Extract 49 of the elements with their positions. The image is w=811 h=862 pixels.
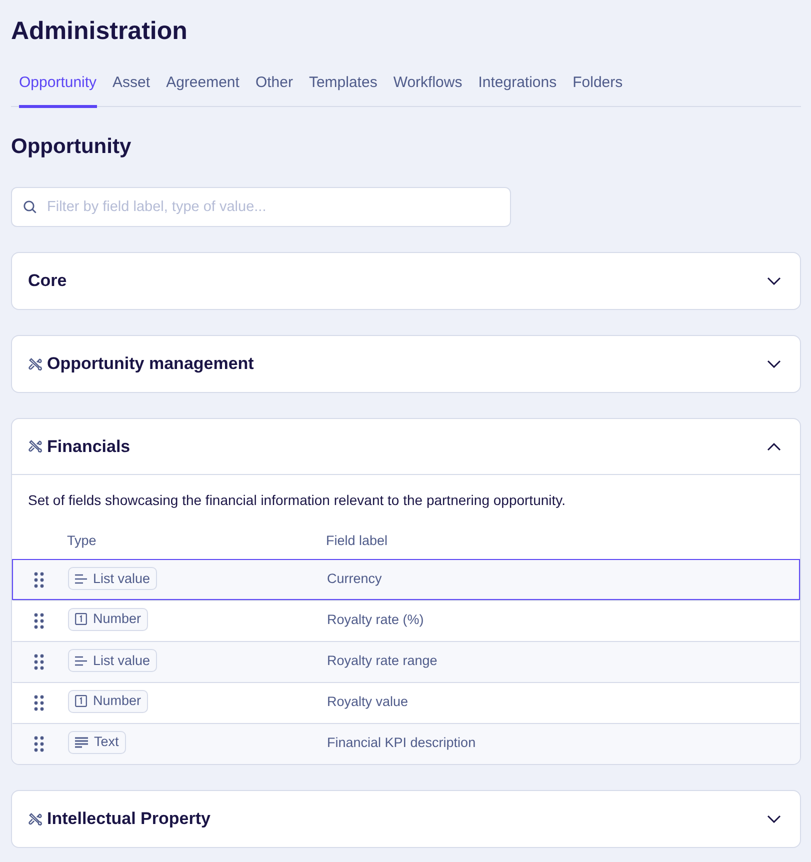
drag-handle-icon[interactable] [34, 572, 44, 588]
table-row[interactable]: List value Royalty rate range [12, 641, 800, 682]
drag-handle-icon[interactable] [34, 736, 44, 752]
field-label: Royalty rate range [327, 652, 438, 670]
tools-icon [28, 439, 43, 454]
tab[interactable]: Opportunity [19, 72, 97, 108]
type-label: Number [93, 692, 142, 710]
number-icon [75, 695, 87, 708]
chevron-down-icon[interactable] [767, 277, 781, 285]
search-field[interactable]: Filter by field label, type of value... [11, 187, 511, 227]
type-label: Number [93, 610, 142, 628]
tab[interactable]: Templates [308, 72, 378, 108]
column-header: Field label [326, 532, 388, 550]
column-header: Type [67, 532, 98, 550]
type-label: Text [94, 733, 119, 752]
group-description: Set of fields showcasing the financial information relevant to the partnering opportunity. [27, 491, 566, 510]
tab[interactable]: Integrations [478, 72, 557, 108]
tab[interactable]: Agreement [166, 72, 240, 108]
table-row[interactable]: Text Financial KPI description [12, 723, 800, 764]
group-title: Financials [47, 436, 132, 458]
drag-handle-icon[interactable] [34, 694, 44, 710]
group-title: Core [28, 270, 68, 292]
tools-icon [28, 356, 43, 372]
chevron-down-icon[interactable] [767, 815, 781, 823]
table-row[interactable]: List value Currency [12, 559, 800, 600]
field-label: Royalty rate (%) [327, 611, 424, 630]
chevron-down-icon[interactable] [767, 360, 781, 368]
group-title: Opportunity management [47, 353, 255, 376]
search-icon [23, 200, 37, 214]
drag-handle-icon[interactable] [34, 654, 44, 670]
type-label: List value [93, 652, 150, 670]
type-label: List value [93, 570, 150, 588]
drag-handle-icon[interactable] [34, 612, 44, 628]
tools-icon [28, 812, 43, 826]
section-title: Opportunity [11, 134, 132, 160]
group-title: Intellectual Property [47, 808, 212, 830]
list-icon [75, 656, 87, 666]
page-title: Administration [11, 16, 188, 46]
list-icon [75, 574, 87, 584]
field-label: Royalty value [327, 693, 408, 712]
tab[interactable]: Asset [112, 72, 150, 108]
tab[interactable]: Other [255, 72, 293, 108]
tab[interactable]: Folders [572, 72, 623, 108]
chevron-up-icon[interactable] [767, 442, 781, 450]
number-icon [75, 613, 87, 626]
text-lines-icon [75, 737, 88, 748]
field-label: Financial KPI description [327, 734, 476, 752]
tab[interactable]: Workflows [393, 72, 462, 108]
field-label: Currency [327, 570, 382, 588]
